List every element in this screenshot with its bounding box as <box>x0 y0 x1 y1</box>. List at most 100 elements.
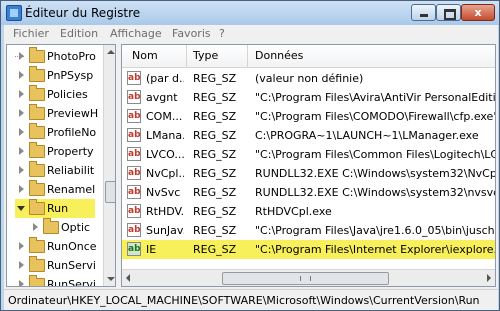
column-header-nom[interactable]: Nom <box>132 49 158 62</box>
maximize-icon <box>444 9 456 20</box>
expand-arrow-icon[interactable] <box>19 166 24 174</box>
table-row[interactable]: ab COM... REG_SZ "C:\Program Files\COMOD… <box>122 107 496 126</box>
row-type: REG_SZ <box>193 129 237 142</box>
list-horizontal-scrollbar[interactable] <box>122 269 495 286</box>
expand-arrow-icon[interactable] <box>19 109 24 117</box>
tree-item[interactable]: PreviewH <box>7 104 103 123</box>
expand-arrow-icon[interactable] <box>19 185 24 193</box>
tree-item-label: Property <box>47 145 94 158</box>
expand-arrow-icon[interactable] <box>19 52 24 60</box>
folder-icon <box>29 180 45 196</box>
tree-item[interactable]: RunServi <box>7 256 103 275</box>
folder-icon <box>29 66 45 82</box>
menu-fichier[interactable]: Fichier <box>13 27 49 40</box>
menu-edition[interactable]: Edition <box>60 27 98 40</box>
row-data: "C:\Program Files\Avira\AntiVir Personal… <box>255 91 496 104</box>
tree-item-label: PnPSysp <box>47 69 94 82</box>
scroll-left-icon[interactable] <box>126 274 130 282</box>
grip-icon <box>300 276 311 281</box>
folder-icon <box>29 123 45 139</box>
tree-item-label: PreviewH <box>47 107 99 120</box>
row-type: REG_SZ <box>193 148 237 161</box>
row-data: "C:\Program Files\Java\jre1.6.0_05\bin\j… <box>255 224 496 237</box>
table-row[interactable]: ab LVCO... REG_SZ "C:\Program Files\Comm… <box>122 145 495 164</box>
expand-arrow-icon[interactable] <box>19 90 24 98</box>
row-data: "C:\Program Files\COMODO\Firewall\cfp.ex… <box>255 110 496 123</box>
table-row[interactable]: ab avgnt REG_SZ "C:\Program Files\Avira\… <box>122 88 496 107</box>
expand-arrow-icon[interactable] <box>33 223 38 231</box>
table-row[interactable]: ab NvSvc REG_SZ RUNDLL32.EXE C:\Windows\… <box>122 183 495 202</box>
tree-item-label: ProfileNo <box>47 126 97 139</box>
maximize-button[interactable] <box>436 4 461 21</box>
tree-item[interactable]: Property <box>7 142 103 161</box>
scroll-thumb[interactable] <box>105 181 115 203</box>
title-bar[interactable]: Éditeur du Registre x <box>1 1 499 25</box>
scroll-right-icon[interactable] <box>487 274 491 282</box>
expand-arrow-icon[interactable] <box>19 261 24 269</box>
scroll-up-icon[interactable] <box>107 50 115 54</box>
tree-item[interactable]: Optic <box>7 218 103 237</box>
list-header: Nom Type Données <box>122 45 495 68</box>
tree-item-label: Policies <box>47 88 88 101</box>
expand-arrow-icon[interactable] <box>19 147 24 155</box>
column-header-donnees[interactable]: Données <box>255 49 303 62</box>
row-type: REG_SZ <box>193 110 237 123</box>
expand-arrow-icon[interactable] <box>19 128 24 136</box>
table-row-selected[interactable]: ab IE REG_SZ "C:\Program Files\Internet … <box>122 240 496 259</box>
string-value-icon: ab <box>127 71 141 85</box>
scroll-thumb[interactable] <box>222 272 389 285</box>
row-type: REG_SZ <box>193 205 237 218</box>
menu-help[interactable]: ? <box>219 27 225 40</box>
tree-item[interactable]: RunServi <box>7 275 103 286</box>
registry-editor-window: Éditeur du Registre x Fichier Edition Af… <box>0 0 500 311</box>
close-icon: x <box>474 6 482 19</box>
string-value-icon: ab <box>127 223 141 237</box>
table-row[interactable]: ab (par d... REG_SZ (valeur non définie) <box>122 69 495 88</box>
table-row[interactable]: ab RtHDV... REG_SZ RtHDVCpl.exe <box>122 202 495 221</box>
registry-app-icon <box>6 5 22 21</box>
folder-icon <box>29 275 45 286</box>
close-button[interactable]: x <box>461 4 495 21</box>
scroll-down-icon[interactable] <box>107 277 115 281</box>
tree-vertical-scrollbar[interactable] <box>103 45 115 286</box>
row-name: NvSvc <box>146 186 181 199</box>
tree-item[interactable]: RunOnce <box>7 237 103 256</box>
row-type: REG_SZ <box>193 91 237 104</box>
expand-arrow-icon[interactable] <box>19 280 24 286</box>
tree-item[interactable]: Policies <box>7 85 103 104</box>
tree-item-label: Optic <box>61 221 91 234</box>
tree-item-label: RunServi <box>47 259 96 272</box>
row-name: LMana... <box>146 129 184 142</box>
registry-path: Ordinateur\HKEY_LOCAL_MACHINE\SOFTWARE\M… <box>8 294 480 307</box>
tree-item[interactable]: Renamel <box>7 180 103 199</box>
row-type: REG_SZ <box>193 186 237 199</box>
row-data: C:\PROGRA~1\LAUNCH~1\LManager.exe <box>255 129 479 142</box>
tree-item[interactable]: Reliabilit <box>7 161 103 180</box>
column-header-type[interactable]: Type <box>193 49 218 62</box>
row-name: NvCpl... <box>146 167 184 180</box>
tree-item[interactable]: PnPSysp <box>7 66 103 85</box>
minimize-button[interactable] <box>411 4 436 21</box>
tree-item[interactable]: ProfileNo <box>7 123 103 142</box>
folder-icon <box>29 85 45 101</box>
menu-favoris[interactable]: Favoris <box>172 27 211 40</box>
string-value-icon: ab <box>127 90 141 104</box>
row-data: (valeur non définie) <box>255 72 364 85</box>
table-row[interactable]: ab SunJav... REG_SZ "C:\Program Files\Ja… <box>122 221 496 240</box>
expand-arrow-icon[interactable] <box>19 242 24 250</box>
collapse-arrow-icon[interactable] <box>17 206 25 211</box>
row-data: "C:\Program Files\Internet Explorer\iexp… <box>255 243 496 256</box>
tree-item-label: Reliabilit <box>47 164 95 177</box>
row-data: RUNDLL32.EXE C:\Windows\system32\nvsvc.d… <box>255 186 495 199</box>
tree-item[interactable]: PhotoPro <box>7 47 103 66</box>
table-row[interactable]: ab LMana... REG_SZ C:\PROGRA~1\LAUNCH~1\… <box>122 126 495 145</box>
table-row[interactable]: ab NvCpl... REG_SZ RUNDLL32.EXE C:\Windo… <box>122 164 495 183</box>
tree-item-run-selected[interactable]: Run <box>15 199 95 218</box>
registry-tree: PhotoPro PnPSysp Policies PreviewH Profi <box>6 44 116 287</box>
expand-arrow-icon[interactable] <box>19 71 24 79</box>
tree-item-label: PhotoPro <box>47 50 96 63</box>
values-list: Nom Type Données ab (par d... REG_SZ (va… <box>121 44 496 287</box>
menu-bar: Fichier Edition Affichage Favoris ? <box>4 25 498 42</box>
menu-affichage[interactable]: Affichage <box>110 27 162 40</box>
row-type: REG_SZ <box>193 243 237 256</box>
